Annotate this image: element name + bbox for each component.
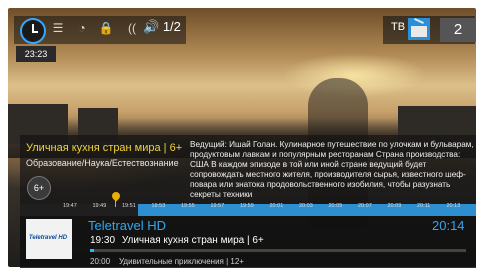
tv-label: ТВ xyxy=(391,21,406,33)
now-title: Уличная кухня стран мира | 6+ xyxy=(121,235,264,246)
audio-track-label: 1/2 xyxy=(162,19,181,34)
timeline-tick: 19:57 xyxy=(210,203,225,209)
timeline-tick: 19:59 xyxy=(240,203,254,209)
program-description: Ведущий: Ишай Голан. Кулинарное путешест… xyxy=(190,140,474,199)
now-playing: 19:30 Уличная кухня стран мира | 6+ xyxy=(90,235,264,246)
next-time: 20:00 xyxy=(90,257,111,266)
next-program: 20:00 Удивительные приключения | 12+ xyxy=(90,257,244,266)
program-title: Уличная кухня стран мира | 6+ xyxy=(26,142,183,154)
timeline-marker-line xyxy=(115,199,116,207)
timeline-tick: 20:05 xyxy=(328,203,343,209)
now-progress-bar xyxy=(90,249,466,252)
dish-icon[interactable]: ◔ xyxy=(74,20,90,36)
timeline-tick: 20:01 xyxy=(269,203,284,209)
timeline-tick: 19:53 xyxy=(151,203,166,209)
clock-widget[interactable]: 23:23 xyxy=(16,16,56,66)
lock-icon[interactable]: 🔒 xyxy=(98,20,114,36)
timeline-tick: 20:03 xyxy=(299,203,313,209)
program-genre: Образование/Наука/Естествознание xyxy=(26,158,179,168)
timeline-tick: 19:55 xyxy=(181,203,195,209)
timeline-tick: 19:47 xyxy=(63,203,77,209)
age-rating-badge: 6+ xyxy=(27,176,51,200)
audio-track[interactable]: 🔊 1/2 xyxy=(143,19,181,35)
now-progress-fill xyxy=(90,249,94,252)
timeline-tick: 20:07 xyxy=(358,203,372,209)
timeline-tick: 20:13 xyxy=(446,203,461,209)
clock-icon xyxy=(20,18,46,44)
timeline-tick: 19:49 xyxy=(92,203,107,209)
timeline-tick: 19:51 xyxy=(122,203,136,209)
now-time: 19:30 xyxy=(90,235,116,246)
menu-icon[interactable]: ☰ xyxy=(50,20,66,36)
timeline-tick: 20:11 xyxy=(417,203,431,209)
channel-name: Teletravel HD xyxy=(88,218,167,233)
channel-logo-text: Teletravel HD xyxy=(28,235,68,241)
clock-time: 23:23 xyxy=(16,46,56,62)
next-title: Удивительные приключения | 12+ xyxy=(118,257,244,266)
current-time: 20:14 xyxy=(432,218,465,233)
signal-icon[interactable]: (( xyxy=(124,20,140,36)
tv-icon xyxy=(408,18,430,40)
speaker-icon: 🔊 xyxy=(143,19,160,34)
channel-number[interactable]: 2 xyxy=(440,18,476,42)
timeline-tick: 20:09 xyxy=(387,203,402,209)
